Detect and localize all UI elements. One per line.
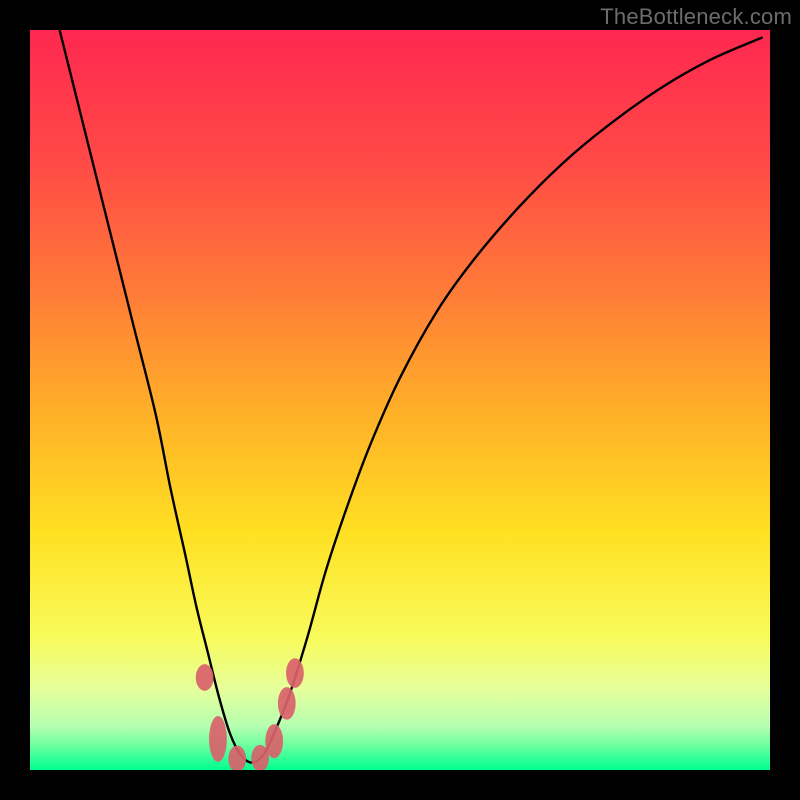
watermark-label: TheBottleneck.com: [600, 4, 792, 30]
chart-stage: TheBottleneck.com: [0, 0, 800, 800]
curve-marker: [196, 664, 214, 691]
curve-marker: [265, 724, 283, 758]
curve-marker: [286, 658, 304, 688]
plot-area: [30, 30, 770, 770]
curve-marker: [228, 746, 246, 770]
curve-marker: [278, 687, 296, 720]
markers-layer: [30, 30, 770, 770]
curve-marker: [209, 716, 227, 762]
